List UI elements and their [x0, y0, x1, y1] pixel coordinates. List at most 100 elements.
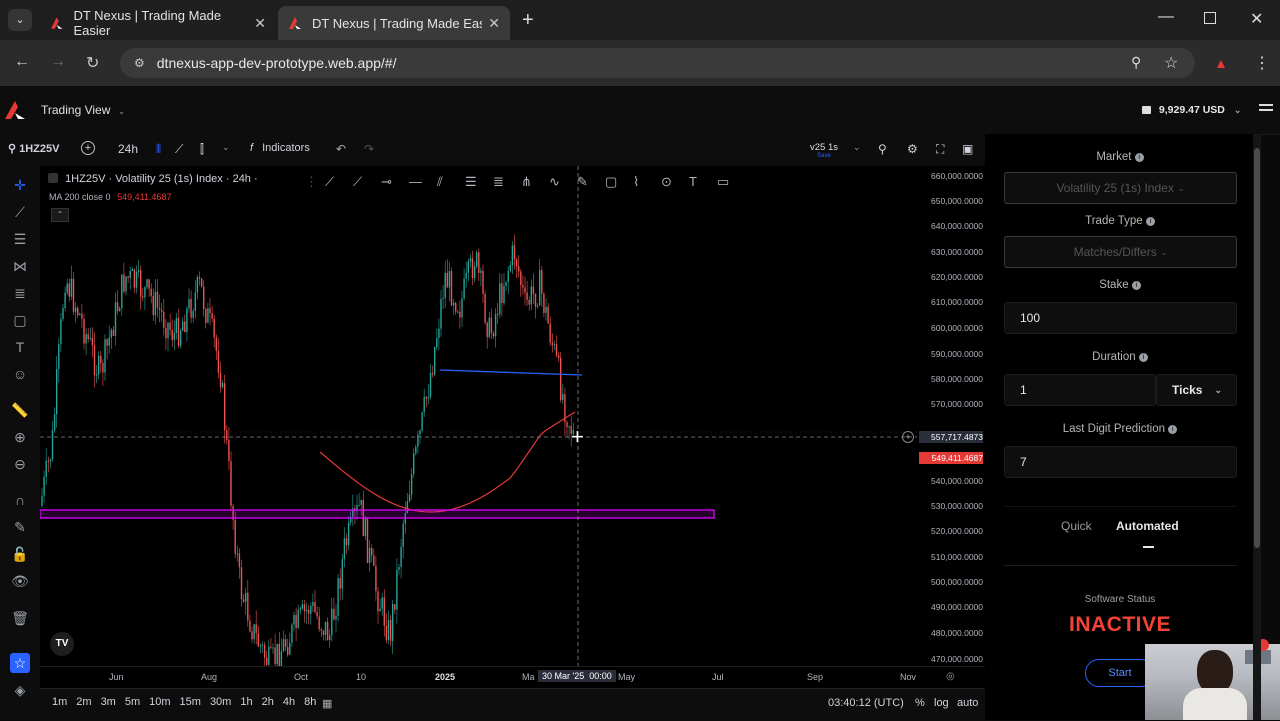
horizontal-line-icon[interactable]: —: [409, 174, 422, 189]
circle-icon[interactable]: ⊙: [661, 174, 672, 190]
timeframe-button[interactable]: 15m: [180, 696, 201, 708]
chart-pane[interactable]: 1HZ25V · Volatility 25 (1s) Index · 24h …: [40, 166, 920, 666]
candle-style-icon[interactable]: ⫴: [156, 142, 161, 157]
text-icon[interactable]: T: [10, 337, 30, 357]
line-style-icon[interactable]: ⟋: [175, 142, 183, 157]
timeframe-button[interactable]: 4h: [283, 696, 295, 708]
address-bar[interactable]: ⚙ dtnexus-app-dev-prototype.web.app/#/: [120, 48, 1195, 78]
crosshair-add-icon[interactable]: +: [902, 431, 914, 443]
zoom-in-icon[interactable]: ⊕: [10, 427, 30, 447]
minimize-button[interactable]: —: [1158, 8, 1174, 26]
auto-toggle[interactable]: auto: [957, 697, 978, 709]
stake-input[interactable]: 100: [1004, 302, 1237, 334]
drag-handle-icon[interactable]: ⋮: [305, 174, 318, 190]
last-digit-input[interactable]: 7: [1004, 446, 1237, 478]
panel-scrollbar-thumb[interactable]: [1254, 148, 1260, 548]
undo-icon[interactable]: ↶: [336, 142, 346, 156]
emoji-icon[interactable]: ☺: [10, 364, 30, 384]
magnet-icon[interactable]: ∩: [10, 490, 30, 510]
tab-quick[interactable]: Quick: [1061, 519, 1092, 533]
path-icon[interactable]: ⌇: [633, 174, 639, 190]
text-icon[interactable]: T: [689, 174, 697, 189]
ray-icon[interactable]: ⟋: [353, 174, 362, 190]
price-chart[interactable]: [40, 166, 920, 666]
prediction-icon[interactable]: ≣: [10, 283, 30, 303]
timeframe-button[interactable]: 3m: [101, 696, 116, 708]
settings-gear-icon[interactable]: ⚙: [907, 142, 918, 156]
shapes-icon[interactable]: ▢: [10, 310, 30, 330]
market-select[interactable]: Volatility 25 (1s) Index ⌄: [1004, 172, 1237, 204]
timeframe-button[interactable]: 1h: [240, 696, 252, 708]
fullscreen-icon[interactable]: ⛶: [936, 142, 944, 157]
trash-icon[interactable]: 🗑: [10, 608, 30, 628]
balance-display[interactable]: 9,929.47 USD ⌄: [1142, 104, 1241, 116]
tradingview-logo[interactable]: TV: [50, 632, 74, 656]
duration-unit-select[interactable]: Ticks ⌄: [1156, 374, 1237, 406]
trade-type-select[interactable]: Matches/Differs ⌄: [1004, 236, 1237, 268]
browser-tab-1[interactable]: DT Nexus | Trading Made Easier ✕: [40, 6, 276, 40]
watchlist-star-icon[interactable]: ☆: [10, 653, 30, 673]
timeframe-button[interactable]: 8h: [304, 696, 316, 708]
extension-icon[interactable]: [1216, 56, 1226, 68]
zoom-icon[interactable]: ⚲: [1131, 54, 1141, 71]
utc-clock[interactable]: 03:40:12 (UTC): [828, 697, 904, 709]
brush-icon[interactable]: ✎: [577, 174, 588, 190]
note-icon[interactable]: ▭: [717, 174, 729, 190]
camera-icon[interactable]: ▣: [962, 142, 973, 156]
back-button[interactable]: ←: [14, 53, 30, 71]
timeframe-button[interactable]: 2h: [262, 696, 274, 708]
time-axis-settings-icon[interactable]: ◎: [946, 671, 955, 682]
chevron-down-icon[interactable]: ⌄: [222, 142, 230, 153]
date-range-icon[interactable]: ▦: [322, 697, 332, 710]
indicators-button[interactable]: f Indicators: [250, 142, 310, 154]
compare-add-icon[interactable]: +: [81, 141, 95, 155]
duration-input[interactable]: 1: [1004, 374, 1156, 406]
fib-retracement-icon[interactable]: ☰: [10, 229, 30, 249]
tab-search-button[interactable]: ⌄: [8, 9, 32, 31]
info-icon[interactable]: i: [1138, 353, 1148, 362]
info-icon[interactable]: i: [1131, 281, 1141, 290]
info-icon[interactable]: i: [1134, 153, 1144, 162]
collapse-legend-button[interactable]: ⌃: [51, 208, 69, 222]
dt-nexus-logo-icon[interactable]: [4, 100, 26, 120]
interval-button[interactable]: 24h: [118, 142, 138, 156]
reload-button[interactable]: ↻: [86, 53, 99, 73]
lock-icon[interactable]: 🔓: [10, 544, 30, 564]
symbol-search[interactable]: ⚲ 1HZ25V: [8, 142, 59, 155]
ruler-icon[interactable]: 📏: [10, 400, 30, 420]
view-selector[interactable]: Trading View ⌄: [41, 103, 125, 117]
trend-line-icon[interactable]: ⟋: [325, 174, 334, 190]
time-axis[interactable]: [40, 666, 985, 689]
drawing-mode-icon[interactable]: ✎: [10, 517, 30, 537]
site-info-icon[interactable]: ⚙: [134, 56, 145, 70]
bookmark-star-icon[interactable]: ☆: [1164, 53, 1178, 73]
layers-icon[interactable]: ◈: [10, 680, 30, 700]
eye-icon[interactable]: 👁: [10, 571, 30, 591]
timeframe-button[interactable]: 1m: [52, 696, 67, 708]
timeframe-button[interactable]: 30m: [210, 696, 231, 708]
chevron-down-icon[interactable]: ⌄: [853, 142, 861, 153]
close-icon[interactable]: ✕: [254, 15, 266, 32]
close-window-button[interactable]: ✕: [1250, 9, 1263, 29]
rectangle-icon[interactable]: ▢: [605, 174, 617, 190]
percent-toggle[interactable]: %: [915, 697, 925, 709]
new-tab-button[interactable]: +: [522, 9, 534, 32]
browser-menu-icon[interactable]: ⋮: [1254, 53, 1270, 73]
close-icon[interactable]: ✕: [488, 15, 500, 32]
timeframe-button[interactable]: 2m: [76, 696, 91, 708]
pattern-icon[interactable]: ⋈: [10, 256, 30, 276]
info-icon[interactable]: i: [1145, 217, 1155, 226]
fib-channel-icon[interactable]: ≣: [493, 174, 504, 190]
info-icon[interactable]: i: [1168, 425, 1178, 434]
timeframe-button[interactable]: 5m: [125, 696, 140, 708]
crosshair-icon[interactable]: ✛: [10, 175, 30, 195]
quick-search-icon[interactable]: ⚲: [878, 142, 887, 156]
hamburger-menu-icon[interactable]: [1259, 104, 1273, 111]
parallel-channel-icon[interactable]: ⫽: [437, 174, 443, 190]
magenta-zone-rectangle[interactable]: [40, 509, 715, 519]
trend-line-icon[interactable]: ⟋: [10, 202, 30, 222]
log-toggle[interactable]: log: [934, 697, 949, 709]
pitchfork-icon[interactable]: ⋔: [521, 174, 532, 190]
curve-icon[interactable]: ∿: [549, 174, 560, 190]
zoom-out-icon[interactable]: ⊖: [10, 454, 30, 474]
